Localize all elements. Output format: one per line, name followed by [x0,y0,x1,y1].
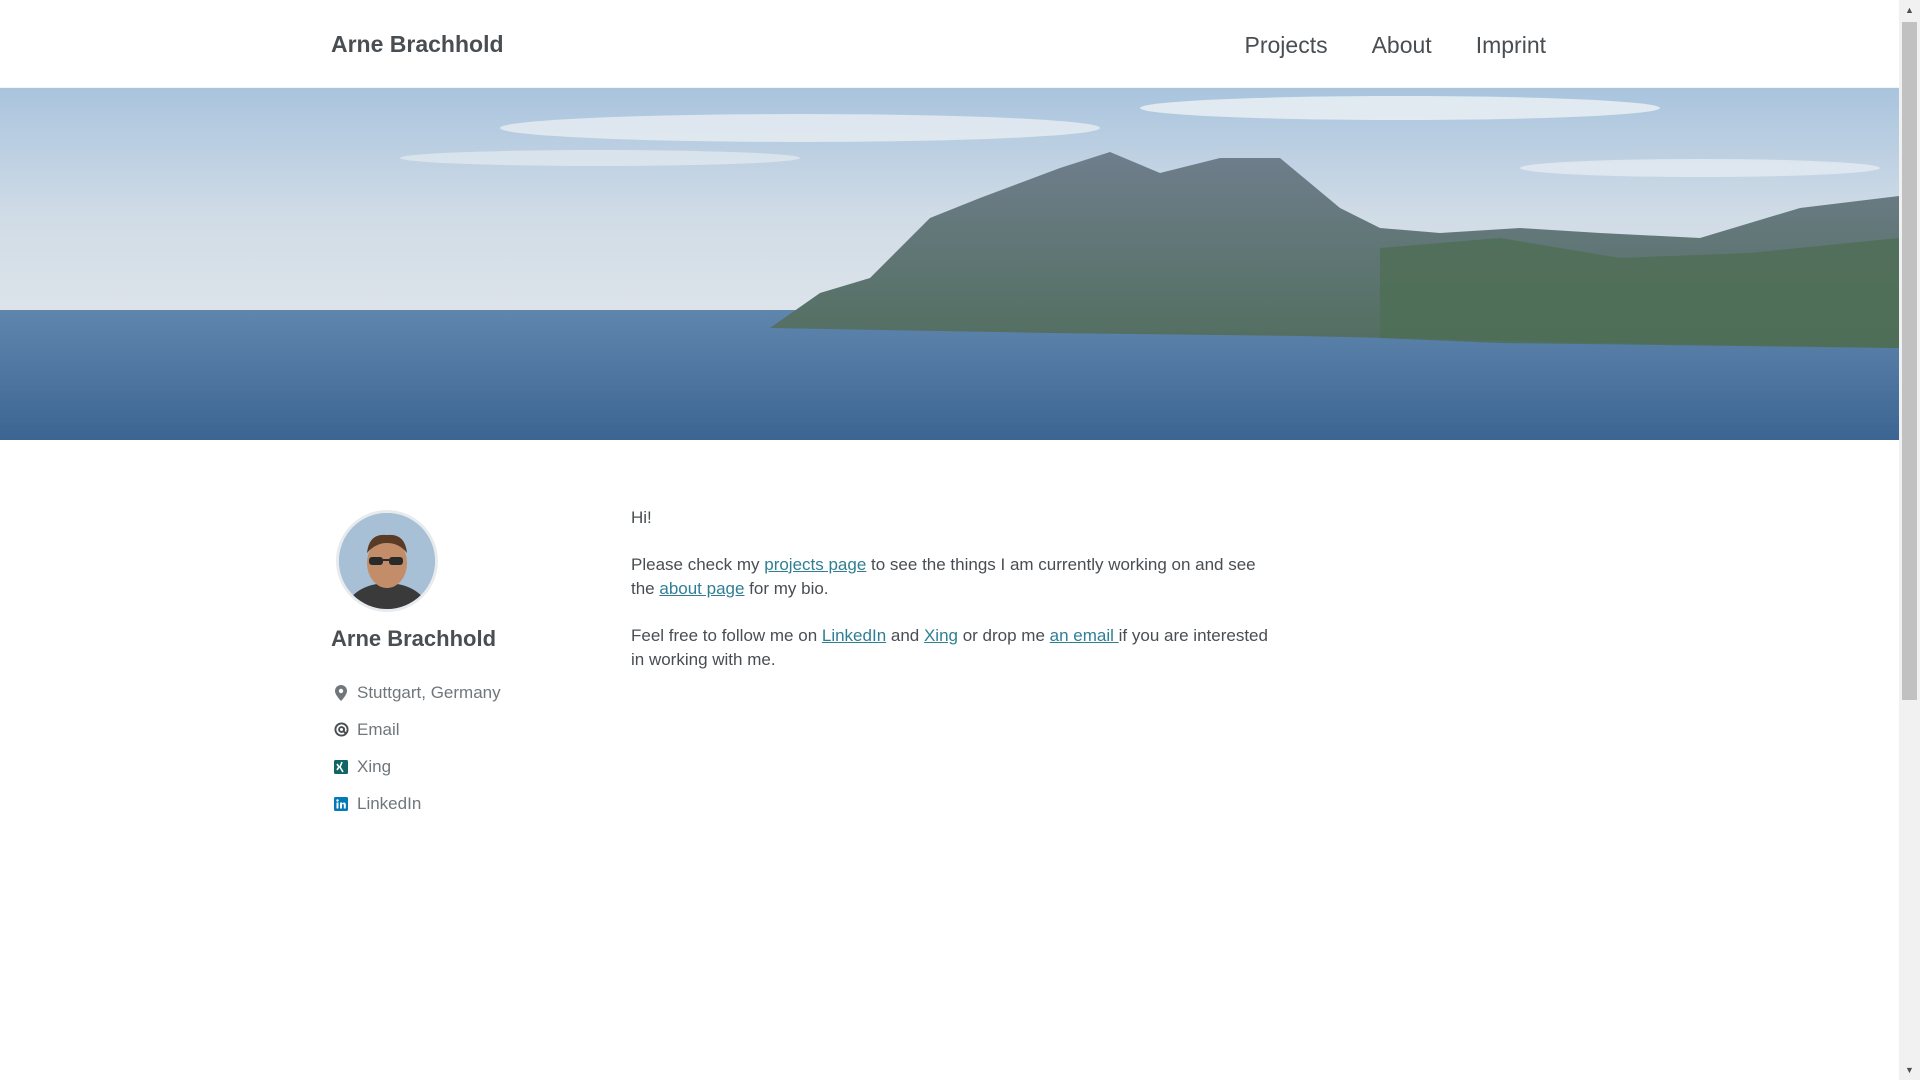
site-title-link[interactable]: Arne Brachhold [331,31,504,58]
paragraph-text: for my bio. [744,579,829,598]
avatar [336,510,438,612]
email-item: Email [333,711,501,748]
content-linkedin-link[interactable]: LinkedIn [822,626,886,645]
projects-page-link[interactable]: projects page [764,555,866,574]
scroll-up-arrow-icon[interactable]: ▲ [1899,0,1920,20]
main-content: Hi! Please check my projects page to see… [631,506,1271,695]
greeting-paragraph: Hi! [631,508,652,527]
projects-paragraph: Please check my projects page to see the… [631,553,1271,601]
author-links: Stuttgart, Germany Email Xing LinkedIn [333,674,501,822]
nav-item-about[interactable]: About [1372,32,1432,59]
at-sign-icon [333,722,349,738]
location-item: Stuttgart, Germany [333,674,501,711]
linkedin-icon [333,796,349,812]
scroll-down-arrow-icon[interactable]: ▼ [1899,1060,1920,1080]
paragraph-text: Feel free to follow me on [631,626,822,645]
scrollbar-thumb[interactable] [1902,22,1917,700]
xing-link[interactable]: Xing [357,757,391,777]
paragraph-text: and [886,626,924,645]
linkedin-link[interactable]: LinkedIn [357,794,421,814]
linkedin-item: LinkedIn [333,785,501,822]
author-name: Arne Brachhold [331,626,497,651]
nav-item-projects[interactable]: Projects [1245,32,1328,59]
page: Arne Brachhold Projects About Imprint Ar… [0,0,1920,1080]
hero-image [0,88,1899,440]
main-nav: Projects About Imprint [1245,32,1547,59]
contact-paragraph: Feel free to follow me on LinkedIn and X… [631,624,1271,672]
content-xing-link[interactable]: Xing [924,626,958,645]
xing-icon [333,759,349,775]
map-marker-icon [333,684,349,701]
content-email-link[interactable]: an email [1050,626,1119,645]
about-page-link[interactable]: about page [659,579,744,598]
paragraph-text: or drop me [958,626,1050,645]
email-link[interactable]: Email [357,720,400,740]
nav-item-imprint[interactable]: Imprint [1476,32,1546,59]
paragraph-text: Please check my [631,555,765,574]
xing-item: Xing [333,748,501,785]
masthead: Arne Brachhold Projects About Imprint [0,0,1899,88]
location-text: Stuttgart, Germany [357,682,501,702]
vertical-scrollbar[interactable]: ▲ ▼ [1899,0,1920,1080]
